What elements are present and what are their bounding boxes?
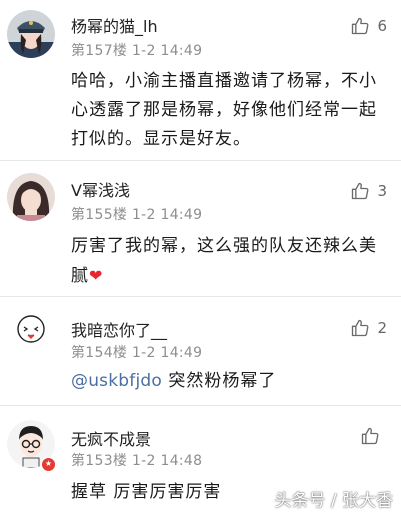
thumbs-up-icon xyxy=(352,319,369,337)
comment-text: @uskbfjdo 突然粉杨幂了 xyxy=(71,367,393,396)
comment-text-body: 突然粉杨幂了 xyxy=(161,371,277,391)
floor-timestamp: 第153楼 1-2 14:48 xyxy=(71,453,203,469)
user-avatar[interactable] xyxy=(7,10,55,58)
comment-item: V幂浅浅 第155楼 1-2 14:49 3 厉害了我的幂，这么强的队友还辣么美… xyxy=(0,161,401,297)
floor-timestamp: 第155楼 1-2 14:49 xyxy=(71,207,203,223)
like-button[interactable]: 3 xyxy=(350,181,387,201)
username[interactable]: V幂浅浅 xyxy=(71,177,130,201)
user-avatar[interactable] xyxy=(7,173,55,221)
comment-text-body: 厉害了我的幂，这么强的队友还辣么美腻 xyxy=(71,236,377,286)
username[interactable]: 我暗恋你了__ xyxy=(71,317,167,341)
watermark: 头条号 / 张大香 xyxy=(274,491,393,511)
user-mention-link[interactable]: @uskbfjdo xyxy=(71,371,162,391)
heart-emoji: ❤ xyxy=(89,266,104,285)
thumbs-up-icon xyxy=(352,182,369,200)
comment-text: 厉害了我的幂，这么强的队友还辣么美腻❤ xyxy=(71,232,393,291)
thumbs-up-icon xyxy=(352,17,369,35)
floor-timestamp: 第157楼 1-2 14:49 xyxy=(71,43,203,59)
like-button[interactable]: 6 xyxy=(350,16,387,36)
username[interactable]: 杨幂的猫_lh xyxy=(71,13,158,37)
comment-item: 我暗恋你了__ 第154楼 1-2 14:49 2 @uskbfjdo 突然粉杨… xyxy=(0,297,401,406)
like-button[interactable]: 2 xyxy=(350,318,387,338)
username[interactable]: 无疯不成景 xyxy=(71,426,151,450)
user-avatar[interactable] xyxy=(7,309,55,357)
user-avatar[interactable]: ★ xyxy=(7,420,56,472)
like-button[interactable] xyxy=(360,426,387,446)
comment-text: 哈哈，小渝主播直播邀请了杨幂，不小心透露了那是杨幂，好像他们经常一起打似的。显示… xyxy=(71,71,377,149)
verified-badge-icon: ★ xyxy=(41,457,56,472)
comment-item: 杨幂的猫_lh 第157楼 1-2 14:49 6 哈哈，小渝主播直播邀请了杨幂… xyxy=(0,0,401,161)
floor-timestamp: 第154楼 1-2 14:49 xyxy=(71,345,203,361)
thumbs-up-icon xyxy=(361,427,379,445)
like-count: 3 xyxy=(377,182,387,200)
like-count: 2 xyxy=(377,319,387,337)
like-count: 6 xyxy=(377,17,387,35)
